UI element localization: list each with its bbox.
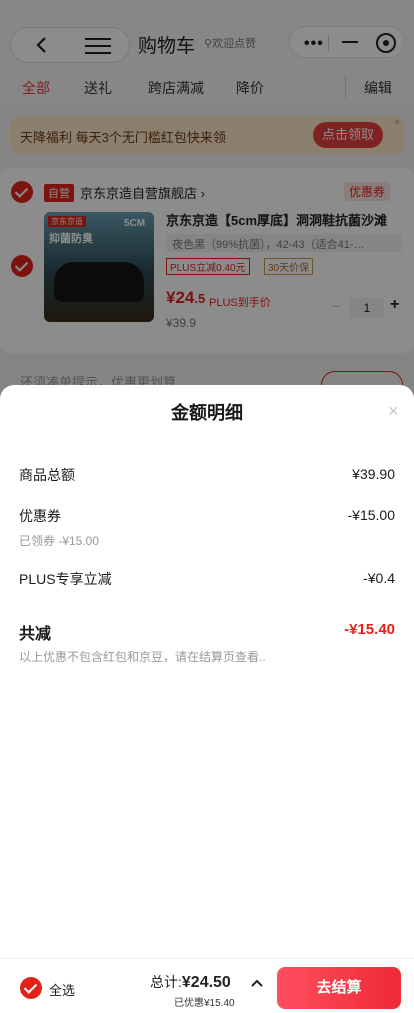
goods-total-value: ¥39.90 xyxy=(352,466,395,482)
total-discount-label: 共减 xyxy=(19,626,52,643)
sheet-title: 金额明细 xyxy=(171,403,243,423)
discount-note: 以上优惠不包含红包和京豆，请在结算页查看.. xyxy=(19,650,266,664)
goods-total-label: 商品总额 xyxy=(19,467,75,483)
close-icon[interactable]: × xyxy=(388,401,399,422)
total-price: 总计:¥24.50 xyxy=(150,972,231,992)
chevron-up-icon[interactable] xyxy=(250,976,264,990)
total-amount: ¥24.50 xyxy=(181,974,231,991)
total-prefix: 总计: xyxy=(150,974,182,990)
select-all-checkbox[interactable] xyxy=(20,977,42,999)
select-all-label[interactable]: 全选 xyxy=(49,980,75,999)
checkout-button[interactable]: 去结算 xyxy=(277,967,401,1009)
plus-discount-label: PLUS专享立减 xyxy=(19,571,112,587)
amount-detail-sheet: 金额明细 × 商品总额 ¥39.90 优惠券 -¥15.00 已领券 -¥15.… xyxy=(0,385,414,1013)
plus-discount-value: -¥0.4 xyxy=(363,570,395,586)
coupon-value: -¥15.00 xyxy=(347,507,395,523)
total-discount-value: -¥15.40 xyxy=(344,621,395,638)
checkout-bar: 全选 总计:¥24.50 已优惠¥15.40 去结算 xyxy=(0,958,414,1013)
saved-amount: 已优惠¥15.40 xyxy=(174,998,235,1009)
coupon-label: 优惠券 xyxy=(19,508,61,524)
coupon-sub: 已领券 -¥15.00 xyxy=(19,534,100,548)
